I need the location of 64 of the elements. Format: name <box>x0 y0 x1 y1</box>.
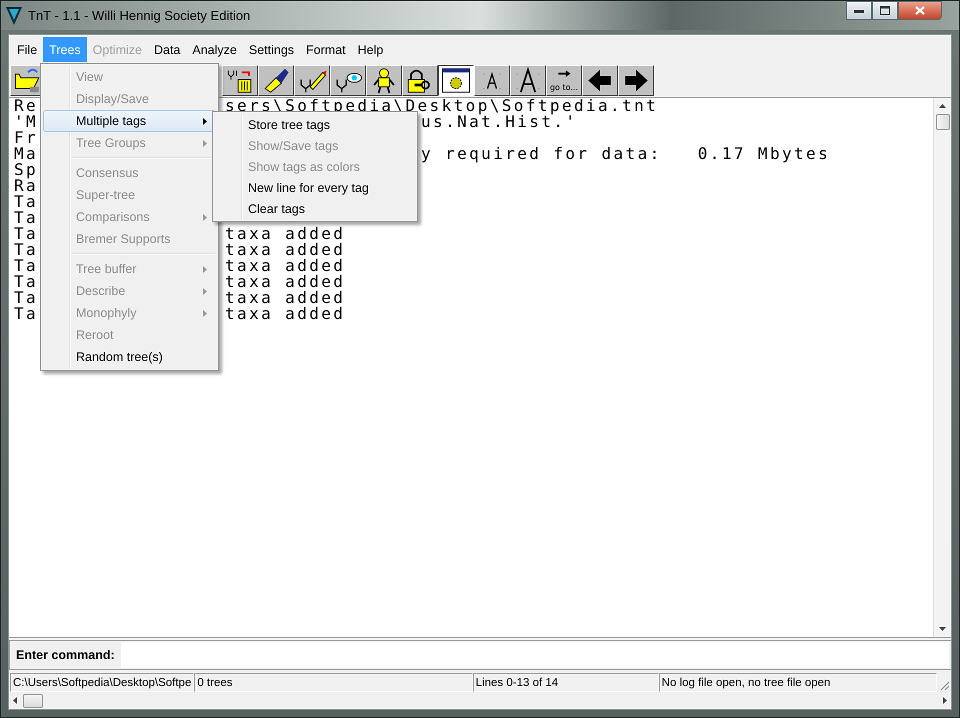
app-logo-icon <box>6 6 22 24</box>
scroll-left-icon[interactable] <box>13 697 17 704</box>
scroll-down-icon[interactable] <box>939 627 946 631</box>
output-text: Ta <box>14 196 38 208</box>
output-text: Ra <box>14 180 38 192</box>
scroll-thumb[interactable] <box>936 114 950 130</box>
output-text: Ta <box>14 212 38 224</box>
maximize-button[interactable] <box>872 1 898 20</box>
menu-item[interactable]: Data <box>148 37 186 62</box>
output-text: Ta <box>14 292 38 304</box>
output-text: Ta <box>14 308 38 320</box>
menu-item[interactable]: Format <box>300 37 352 62</box>
submenu-arrow-icon <box>203 266 207 272</box>
toolbar-button[interactable]: go to... <box>546 65 582 96</box>
window-title: TnT - 1.1 - Willi Hennig Society Edition <box>28 8 252 23</box>
submenu-arrow-icon <box>203 288 207 294</box>
output-text: Sp <box>14 164 38 176</box>
menu-item[interactable]: Help <box>352 37 390 62</box>
output-text: taxa added <box>225 276 346 288</box>
output-text: y required for data: 0.17 Mbytes <box>421 148 830 160</box>
output-text: taxa added <box>225 308 346 320</box>
output-text: Fr <box>14 132 38 144</box>
menu-item[interactable]: File <box>11 37 44 62</box>
output-text: 'M <box>14 116 38 128</box>
scroll-thumb[interactable] <box>23 694 43 708</box>
vertical-scrollbar[interactable] <box>933 98 951 637</box>
output-text: Ta <box>14 260 38 272</box>
output-text: Ta <box>14 244 38 256</box>
status-text: Lines 0-13 of 14 <box>472 673 659 692</box>
output-text: sers\Softpedia\Desktop\Softpedia.tnt <box>225 100 658 112</box>
toolbar-button[interactable] <box>438 65 474 96</box>
output-text: Ma <box>14 148 38 160</box>
output-text: taxa added <box>225 228 346 240</box>
menu-item[interactable]: Multiple tags <box>43 110 216 132</box>
minimize-button[interactable] <box>846 1 872 20</box>
scroll-right-icon[interactable] <box>943 697 947 704</box>
menu-item[interactable]: Trees <box>43 37 87 62</box>
output-text: taxa added <box>225 292 346 304</box>
menu-item[interactable]: Random tree(s) <box>43 346 216 368</box>
output-text: Ta <box>14 228 38 240</box>
scroll-up-icon[interactable] <box>939 104 946 108</box>
close-button[interactable] <box>898 1 942 20</box>
output-text: Re <box>14 100 38 112</box>
menu-item[interactable]: Clear tags <box>215 198 415 219</box>
submenu-arrow-icon <box>203 140 207 146</box>
maximize-icon <box>880 6 890 15</box>
resize-grip-icon[interactable] <box>940 681 949 690</box>
menu-item[interactable]: Store tree tags <box>215 114 415 135</box>
submenu-arrow-icon <box>203 214 207 220</box>
close-icon <box>915 6 925 15</box>
output-text: taxa added <box>225 260 346 272</box>
status-text: No log file open, no tree file open <box>658 673 937 692</box>
menu-item[interactable]: Settings <box>242 37 300 62</box>
status-text: C:\Users\Softpedia\Desktop\Softpe <box>10 673 194 692</box>
window-gear-icon <box>441 67 471 94</box>
output-text: taxa added <box>225 244 346 256</box>
submenu-arrow-icon <box>203 118 207 124</box>
submenu-arrow-icon <box>203 310 207 316</box>
output-text: us.Nat.Hist.' <box>421 116 578 128</box>
menu-item[interactable]: New line for every tag <box>215 177 415 198</box>
output-text: Ta <box>14 276 38 288</box>
minimize-icon <box>854 8 864 12</box>
menu-item[interactable]: Analyze <box>186 37 243 62</box>
status-text: 0 trees <box>194 673 473 692</box>
